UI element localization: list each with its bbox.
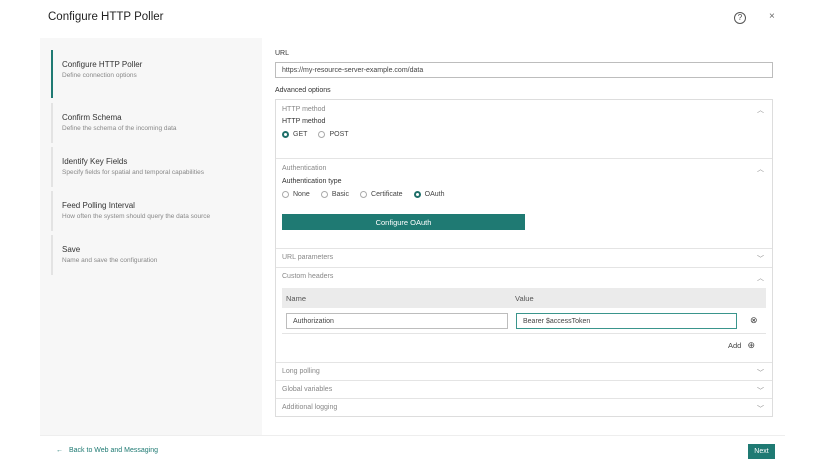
step-title: Identify Key Fields xyxy=(62,157,128,166)
step-desc: Define the schema of the incoming data xyxy=(62,125,177,132)
dialog-title: Configure HTTP Poller xyxy=(48,11,164,23)
http-method-section: HTTP method ︿ HTTP method GET POST xyxy=(276,100,772,159)
back-link[interactable]: ← Back to Web and Messaging xyxy=(56,447,158,454)
header-value-input[interactable]: Bearer $accessToken xyxy=(516,313,737,329)
steps-sidebar: Configure HTTP Poller Define connection o… xyxy=(40,38,262,435)
column-name: Name xyxy=(286,294,307,303)
url-input[interactable]: https://my-resource-server-example.com/d… xyxy=(275,62,773,78)
section-header[interactable]: Authentication xyxy=(282,165,326,172)
step-title: Configure HTTP Poller xyxy=(62,60,143,69)
step-desc: Specify fields for spatial and temporal … xyxy=(62,169,204,176)
add-header-button[interactable]: Add ⊕ xyxy=(728,340,755,351)
next-button[interactable]: Next xyxy=(748,444,775,459)
step-feed-polling-interval[interactable]: Feed Polling Interval How often the syste… xyxy=(51,191,251,231)
chevron-up-icon[interactable]: ︿ xyxy=(757,164,764,174)
radio-post[interactable]: POST xyxy=(318,131,349,138)
url-parameters-section[interactable]: URL parameters ﹀ xyxy=(276,249,772,268)
section-header[interactable]: Global variables xyxy=(282,386,332,393)
chevron-up-icon[interactable]: ︿ xyxy=(757,273,764,283)
section-header[interactable]: URL parameters xyxy=(282,254,333,261)
headers-table-header: Name Value xyxy=(282,288,766,308)
chevron-up-icon[interactable]: ︿ xyxy=(757,105,764,115)
section-header[interactable]: Long polling xyxy=(282,368,320,375)
step-title: Save xyxy=(62,245,81,254)
step-title: Confirm Schema xyxy=(62,113,122,122)
chevron-down-icon[interactable]: ﹀ xyxy=(757,368,764,378)
http-method-label: HTTP method xyxy=(282,118,326,125)
step-title: Feed Polling Interval xyxy=(62,201,135,210)
step-save[interactable]: Save Name and save the configuration xyxy=(51,235,251,275)
configure-oauth-button[interactable]: Configure OAuth xyxy=(282,214,525,230)
authentication-section: Authentication ︿ Authentication type Non… xyxy=(276,159,772,249)
remove-row-icon[interactable]: ⊗ xyxy=(750,315,758,326)
url-label: URL xyxy=(275,50,290,57)
radio-get[interactable]: GET xyxy=(282,131,307,138)
radio-certificate[interactable]: Certificate xyxy=(360,191,403,198)
step-desc: Name and save the configuration xyxy=(62,257,158,264)
advanced-options-panel: HTTP method ︿ HTTP method GET POST Authe… xyxy=(275,99,773,417)
step-identify-key-fields[interactable]: Identify Key Fields Specify fields for sp… xyxy=(51,147,251,187)
section-header[interactable]: Additional logging xyxy=(282,404,337,411)
column-value: Value xyxy=(515,294,534,303)
chevron-down-icon[interactable]: ﹀ xyxy=(757,386,764,396)
section-header[interactable]: Custom headers xyxy=(282,273,333,280)
custom-headers-section: Custom headers ︿ Name Value Authorizatio… xyxy=(276,268,772,363)
chevron-down-icon[interactable]: ﹀ xyxy=(757,404,764,414)
radio-none[interactable]: None xyxy=(282,191,310,198)
additional-logging-section[interactable]: Additional logging ﹀ xyxy=(276,399,772,416)
step-configure-http-poller[interactable]: Configure HTTP Poller Define connection o… xyxy=(51,50,251,98)
step-desc: How often the system should query the da… xyxy=(62,213,211,220)
chevron-down-icon[interactable]: ﹀ xyxy=(757,254,764,264)
header-name-input[interactable]: Authorization xyxy=(286,313,508,329)
help-icon[interactable]: ? xyxy=(734,12,746,24)
auth-type-label: Authentication type xyxy=(282,178,342,185)
advanced-options-label: Advanced options xyxy=(275,87,331,94)
footer-divider xyxy=(40,435,785,436)
section-header[interactable]: HTTP method xyxy=(282,106,325,113)
radio-oauth[interactable]: OAuth xyxy=(413,191,445,198)
close-icon[interactable]: × xyxy=(769,11,775,22)
radio-basic[interactable]: Basic xyxy=(320,191,349,198)
long-polling-section[interactable]: Long polling ﹀ xyxy=(276,363,772,381)
arrow-left-icon: ← xyxy=(56,447,63,454)
step-desc: Define connection options xyxy=(62,72,137,79)
global-variables-section[interactable]: Global variables ﹀ xyxy=(276,381,772,399)
add-icon: ⊕ xyxy=(747,340,755,350)
step-confirm-schema[interactable]: Confirm Schema Define the schema of the i… xyxy=(51,103,251,143)
